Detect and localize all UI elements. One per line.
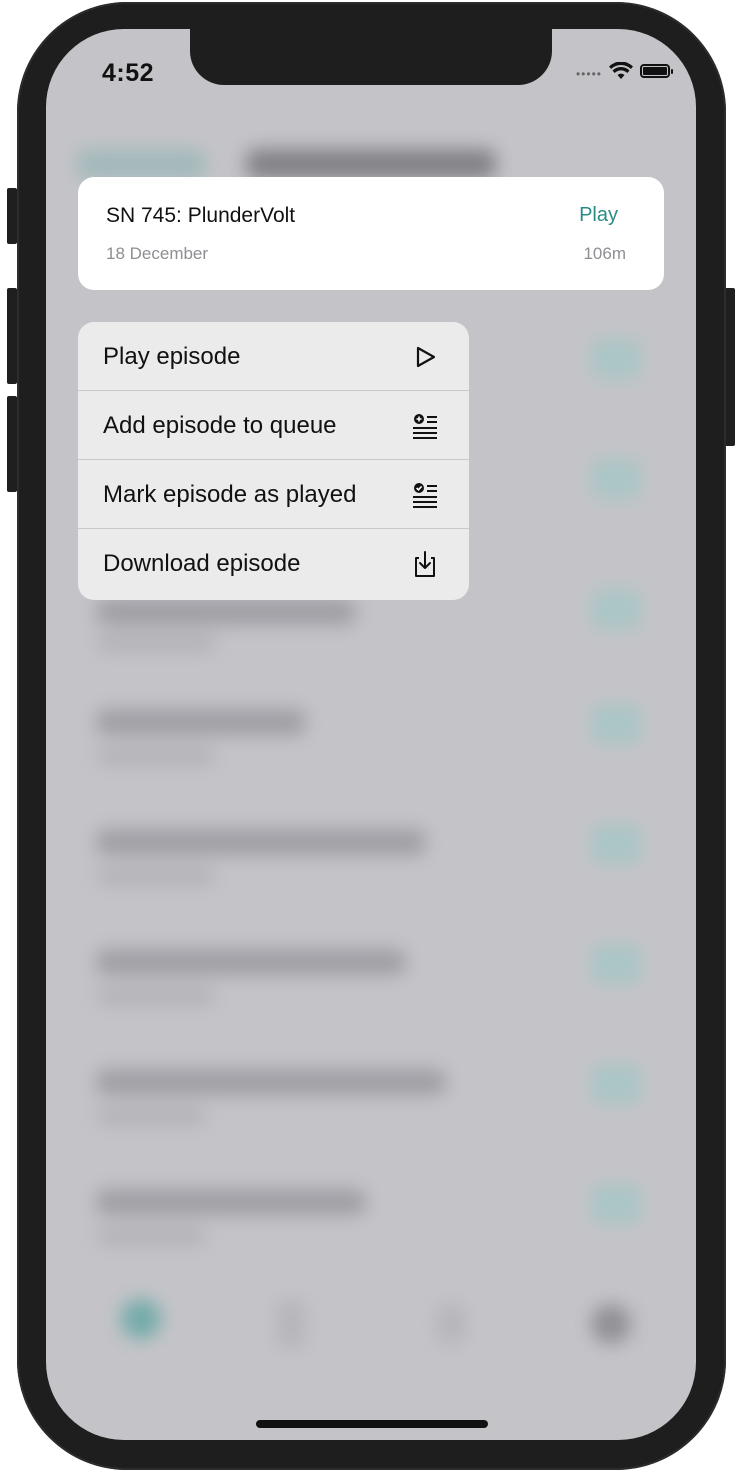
add-to-queue-icon (413, 414, 437, 439)
power-button (725, 288, 735, 446)
status-time: 4:52 (102, 59, 155, 87)
menu-item-label: Add episode to queue (103, 412, 337, 439)
wifi-icon (609, 62, 633, 79)
menu-item-label: Play episode (103, 343, 241, 370)
mark-played-icon (413, 483, 437, 508)
episode-duration: 106m (583, 244, 626, 263)
play-button[interactable]: Play (579, 204, 618, 227)
menu-item-mark-played[interactable]: Mark episode as played (78, 460, 469, 529)
silent-switch (7, 188, 17, 244)
episode-title: SN 745: PlunderVolt (106, 204, 296, 227)
episode-preview-card[interactable]: SN 745: PlunderVolt 18 December Play 106… (78, 177, 664, 290)
menu-item-download-episode[interactable]: Download episode (78, 529, 469, 598)
menu-item-label: Mark episode as played (103, 481, 357, 508)
battery-icon (640, 64, 673, 78)
home-indicator[interactable] (256, 1420, 488, 1428)
volume-down-button (7, 396, 17, 492)
download-icon (415, 551, 435, 577)
signal-dots-icon: ••••• (575, 67, 602, 81)
volume-up-button (7, 288, 17, 384)
episode-date: 18 December (106, 244, 209, 263)
menu-item-add-to-queue[interactable]: Add episode to queue (78, 391, 469, 460)
menu-item-play-episode[interactable]: Play episode (78, 322, 469, 391)
play-outline-icon (416, 346, 436, 368)
status-icons: ••••• (575, 61, 673, 81)
context-menu: Play episode Add episode to queue Mark e… (78, 322, 469, 600)
screen: 4:52 ••••• SN 745: PlunderVolt 18 Decemb… (46, 29, 696, 1440)
notch (190, 29, 552, 85)
menu-item-label: Download episode (103, 550, 301, 577)
